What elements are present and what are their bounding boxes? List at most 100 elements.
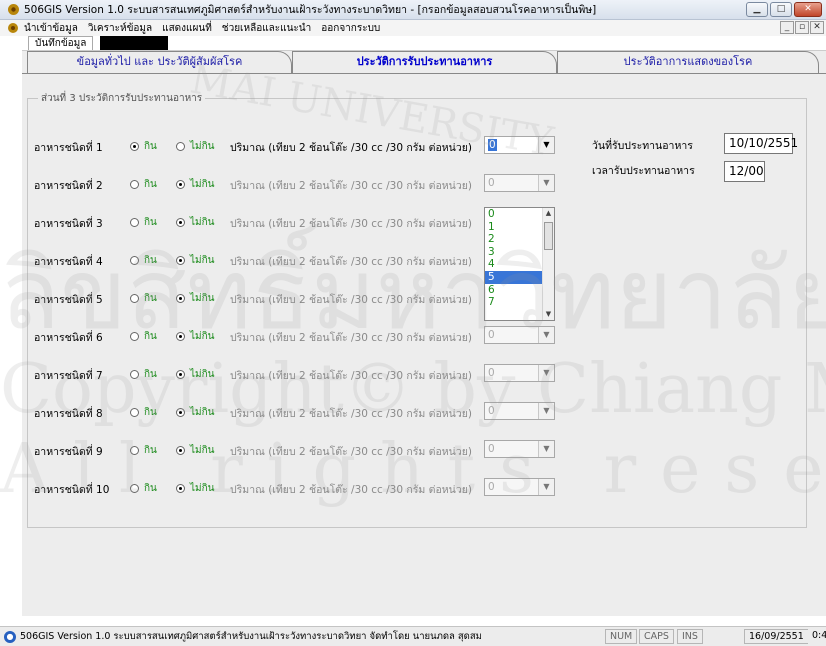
chevron-down-icon[interactable]: ▼ [538,479,554,495]
radio-circle-icon[interactable] [176,142,185,151]
not-eat-radio[interactable]: ไม่กิน [176,253,215,268]
chevron-down-icon[interactable]: ▼ [538,327,554,343]
chevron-down-icon[interactable]: ▼ [538,137,554,153]
radio-circle-icon[interactable] [176,446,185,455]
radio-circle-icon[interactable] [176,332,185,341]
child-close-button[interactable]: ✕ [810,21,824,34]
tab-food-history[interactable]: ประวัติการรับประทานอาหาร [292,51,557,73]
not-eat-radio[interactable]: ไม่กิน [176,405,215,420]
quantity-label: ปริมาณ (เทียบ 2 ช้อนโต๊ะ /30 cc /30 กรัม… [230,180,473,192]
app-name: 506GIS Version 1.0 [24,4,124,16]
not-eat-radio-label: ไม่กิน [190,369,215,380]
num-indicator: NUM [605,629,638,644]
not-eat-radio[interactable]: ไม่กิน [176,291,215,306]
chevron-down-icon[interactable]: ▼ [538,175,554,191]
chevron-down-icon[interactable]: ▼ [538,365,554,381]
eat-radio-label: กิน [144,217,157,228]
radio-circle-icon[interactable] [130,218,139,227]
quantity-dropdown-list[interactable]: 01234567 ▲ ▼ [484,207,555,321]
status-text: 506GIS Version 1.0 ระบบสารสนเทศภูมิศาสตร… [20,631,482,642]
eat-radio[interactable]: กิน [130,215,157,230]
quantity-combo[interactable]: 0▼ [484,174,555,192]
quantity-combo[interactable]: 0▼ [484,440,555,458]
not-eat-radio[interactable]: ไม่กิน [176,139,215,154]
not-eat-radio[interactable]: ไม่กิน [176,367,215,382]
eat-radio[interactable]: กิน [130,405,157,420]
close-button[interactable]: ✕ [794,2,822,17]
radio-circle-icon[interactable] [130,446,139,455]
food-label: อาหารชนิดที่ 10 [34,484,110,496]
child-restore-button[interactable]: ▫ [795,21,809,34]
mdi-child-icon[interactable] [6,21,20,35]
radio-circle-icon[interactable] [176,408,185,417]
child-minimize-button[interactable]: _ [780,21,794,34]
tab-general-info[interactable]: ข้อมูลทั่วไป และ ประวัติผู้สัมผัสโรค [27,51,292,73]
quantity-label: ปริมาณ (เทียบ 2 ช้อนโต๊ะ /30 cc /30 กรัม… [230,256,473,268]
radio-circle-icon[interactable] [176,218,185,227]
radio-circle-icon[interactable] [130,370,139,379]
minimize-button[interactable]: ▁ [746,2,768,17]
quantity-combo[interactable]: 0▼ [484,402,555,420]
not-eat-radio-label: ไม่กิน [190,255,215,266]
radio-circle-icon[interactable] [130,180,139,189]
not-eat-radio[interactable]: ไม่กิน [176,329,215,344]
scroll-down-icon[interactable]: ▼ [543,309,554,320]
not-eat-radio[interactable]: ไม่กิน [176,481,215,496]
eat-radio[interactable]: กิน [130,177,157,192]
time-field[interactable]: 12/00 [724,161,765,182]
scroll-up-icon[interactable]: ▲ [543,208,554,219]
radio-circle-icon[interactable] [130,142,139,151]
menu-analyze[interactable]: วิเคราะห์ข้อมูล [88,21,152,36]
quantity-combo[interactable]: 0▼ [484,364,555,382]
record-tab[interactable]: บันทึกข้อมูล [28,36,94,50]
food-label: อาหารชนิดที่ 9 [34,446,103,458]
food-label: อาหารชนิดที่ 7 [34,370,103,382]
maximize-button[interactable]: □ [770,2,792,17]
radio-circle-icon[interactable] [176,294,185,303]
quantity-label: ปริมาณ (เทียบ 2 ช้อนโต๊ะ /30 cc /30 กรัม… [230,370,473,382]
radio-circle-icon[interactable] [176,256,185,265]
radio-circle-icon[interactable] [176,180,185,189]
radio-circle-icon[interactable] [130,332,139,341]
chevron-down-icon[interactable]: ▼ [538,403,554,419]
form-panel: ข้อมูลทั่วไป และ ประวัติผู้สัมผัสโรค ประ… [22,50,826,616]
menu-show-map[interactable]: แสดงแผนที่ [162,21,212,36]
not-eat-radio[interactable]: ไม่กิน [176,177,215,192]
eat-radio[interactable]: กิน [130,291,157,306]
quantity-value: 0 [488,405,495,417]
date-field[interactable]: 10/10/2551 [724,133,798,154]
date-label: วันที่รับประทานอาหาร [592,140,693,152]
eat-radio[interactable]: กิน [130,139,157,154]
radio-circle-icon[interactable] [176,484,185,493]
radio-circle-icon[interactable] [176,370,185,379]
eat-radio[interactable]: กิน [130,367,157,382]
not-eat-radio-label: ไม่กิน [190,293,215,304]
eat-radio[interactable]: กิน [130,481,157,496]
not-eat-radio-label: ไม่กิน [190,483,215,494]
tab-symptom-history[interactable]: ประวัติอาการแสดงของโรค [557,51,819,73]
menu-help[interactable]: ช่วยเหลือและแนะนำ [222,21,311,36]
eat-radio[interactable]: กิน [130,329,157,344]
quantity-label: ปริมาณ (เทียบ 2 ช้อนโต๊ะ /30 cc /30 กรัม… [230,332,473,344]
radio-circle-icon[interactable] [130,256,139,265]
quantity-combo[interactable]: 0▼ [484,136,555,154]
status-date: 16/09/2551 [744,629,809,644]
eat-radio[interactable]: กิน [130,253,157,268]
chevron-down-icon[interactable]: ▼ [538,441,554,457]
quantity-label: ปริมาณ (เทียบ 2 ช้อนโต๊ะ /30 cc /30 กรัม… [230,446,473,458]
not-eat-radio[interactable]: ไม่กิน [176,215,215,230]
scroll-thumb[interactable] [544,222,553,250]
food-label: อาหารชนิดที่ 6 [34,332,103,344]
quantity-combo[interactable]: 0▼ [484,478,555,496]
quantity-combo[interactable]: 0▼ [484,326,555,344]
eat-radio-label: กิน [144,407,157,418]
radio-circle-icon[interactable] [130,484,139,493]
dropdown-scrollbar[interactable]: ▲ ▼ [542,208,554,320]
eat-radio[interactable]: กิน [130,443,157,458]
menu-exit[interactable]: ออกจากระบบ [321,21,380,36]
radio-circle-icon[interactable] [130,294,139,303]
menu-import[interactable]: นำเข้าข้อมูล [24,21,78,36]
tab-divider [22,73,826,74]
not-eat-radio[interactable]: ไม่กิน [176,443,215,458]
radio-circle-icon[interactable] [130,408,139,417]
